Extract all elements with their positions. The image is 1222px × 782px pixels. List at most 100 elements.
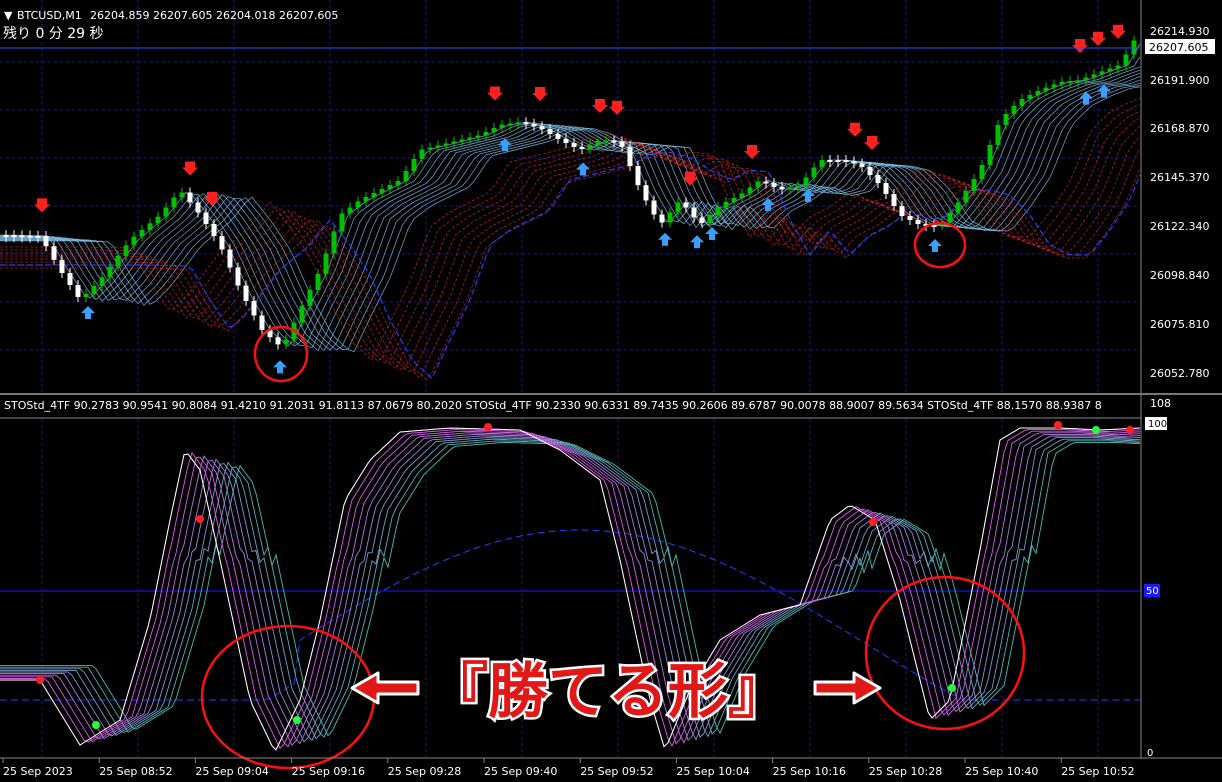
candle-body[interactable] [27, 235, 33, 238]
candle-body[interactable] [187, 192, 193, 203]
candle-body[interactable] [795, 185, 801, 188]
candle-body[interactable] [787, 187, 793, 190]
candle-body[interactable] [467, 137, 473, 140]
candle-body[interactable] [899, 206, 905, 216]
candle-body[interactable] [171, 197, 177, 208]
candle-body[interactable] [211, 224, 217, 236]
candle-body[interactable] [499, 124, 505, 128]
candle-body[interactable] [339, 213, 345, 232]
candle-body[interactable] [867, 167, 873, 175]
candle-body[interactable] [475, 135, 481, 138]
candle-body[interactable] [347, 207, 353, 214]
candle-body[interactable] [707, 215, 713, 223]
candle-body[interactable] [403, 171, 409, 181]
candle-body[interactable] [523, 122, 529, 125]
candle-body[interactable] [747, 187, 753, 194]
candle-body[interactable] [555, 134, 561, 139]
candle-body[interactable] [283, 339, 289, 345]
candle-body[interactable] [107, 266, 113, 278]
candle-body[interactable] [315, 274, 321, 290]
candle-body[interactable] [579, 147, 585, 149]
candle-body[interactable] [843, 160, 849, 162]
candle-body[interactable] [363, 197, 369, 202]
candle-body[interactable] [91, 286, 97, 294]
candle-body[interactable] [11, 235, 17, 238]
candle-body[interactable] [571, 143, 577, 147]
candle-body[interactable] [619, 141, 625, 147]
candle-body[interactable] [227, 249, 233, 268]
candle-body[interactable] [1035, 91, 1041, 95]
candle-body[interactable] [859, 163, 865, 168]
candle-body[interactable] [3, 235, 9, 238]
candle-body[interactable] [323, 253, 329, 275]
candle-body[interactable] [611, 140, 617, 143]
candle-body[interactable] [123, 245, 129, 256]
candle-body[interactable] [1003, 114, 1009, 125]
candle-body[interactable] [915, 220, 921, 224]
candle-body[interactable] [299, 306, 305, 323]
candle-body[interactable] [643, 185, 649, 201]
candle-body[interactable] [587, 145, 593, 149]
candle-body[interactable] [1091, 74, 1097, 78]
candle-body[interactable] [1107, 68, 1113, 72]
candle-body[interactable] [995, 125, 1001, 145]
candle-body[interactable] [827, 160, 833, 162]
candle-body[interactable] [1123, 54, 1129, 66]
trading-chart[interactable]: ▼ BTCUSD,M1 26204.859 26207.605 26204.01… [0, 0, 1222, 782]
candle-body[interactable] [963, 191, 969, 203]
candle-body[interactable] [779, 187, 785, 190]
candle-body[interactable] [427, 147, 433, 150]
candle-body[interactable] [1043, 87, 1049, 91]
candle-body[interactable] [683, 202, 689, 208]
candle-body[interactable] [811, 167, 817, 178]
pane-separator[interactable] [0, 393, 1222, 395]
candle-body[interactable] [131, 236, 137, 246]
candle-body[interactable] [947, 212, 953, 223]
candle-body[interactable] [1027, 95, 1033, 99]
candle-body[interactable] [275, 337, 281, 345]
candle-body[interactable] [355, 201, 361, 208]
candle-body[interactable] [563, 138, 569, 143]
candle-body[interactable] [259, 315, 265, 330]
candle-body[interactable] [443, 143, 449, 146]
candle-body[interactable] [1115, 65, 1121, 69]
candle-body[interactable] [715, 207, 721, 215]
candle-body[interactable] [251, 300, 257, 316]
candle-body[interactable] [595, 141, 601, 145]
candle-body[interactable] [51, 246, 57, 260]
candle-body[interactable] [883, 183, 889, 194]
candle-body[interactable] [651, 200, 657, 215]
candle-body[interactable] [547, 129, 553, 134]
candle-body[interactable] [371, 193, 377, 197]
candle-body[interactable] [891, 194, 897, 206]
candle-body[interactable] [491, 128, 497, 132]
candle-body[interactable] [155, 216, 161, 224]
candle-body[interactable] [819, 160, 825, 168]
candle-body[interactable] [243, 285, 249, 301]
candle-body[interactable] [35, 235, 41, 238]
candle-body[interactable] [99, 277, 105, 286]
candle-body[interactable] [691, 207, 697, 218]
candle-body[interactable] [635, 166, 641, 186]
candle-body[interactable] [67, 273, 73, 285]
candle-body[interactable] [1099, 71, 1105, 75]
candle-body[interactable] [75, 285, 81, 297]
candle-body[interactable] [1075, 80, 1081, 83]
candle-body[interactable] [515, 122, 521, 125]
candle-body[interactable] [83, 294, 89, 297]
candle-body[interactable] [19, 235, 25, 238]
candle-body[interactable] [163, 207, 169, 217]
candle-body[interactable] [755, 181, 761, 188]
candle-body[interactable] [219, 236, 225, 250]
candle-body[interactable] [723, 202, 729, 207]
candle-body[interactable] [203, 212, 209, 225]
candle-body[interactable] [435, 145, 441, 148]
candle-body[interactable] [531, 123, 537, 127]
candle-body[interactable] [1011, 106, 1017, 114]
candle-body[interactable] [235, 267, 241, 286]
candle-body[interactable] [627, 146, 633, 166]
candle-body[interactable] [979, 165, 985, 179]
candle-body[interactable] [1059, 81, 1065, 85]
candle-body[interactable] [411, 159, 417, 171]
candle-body[interactable] [539, 126, 545, 130]
